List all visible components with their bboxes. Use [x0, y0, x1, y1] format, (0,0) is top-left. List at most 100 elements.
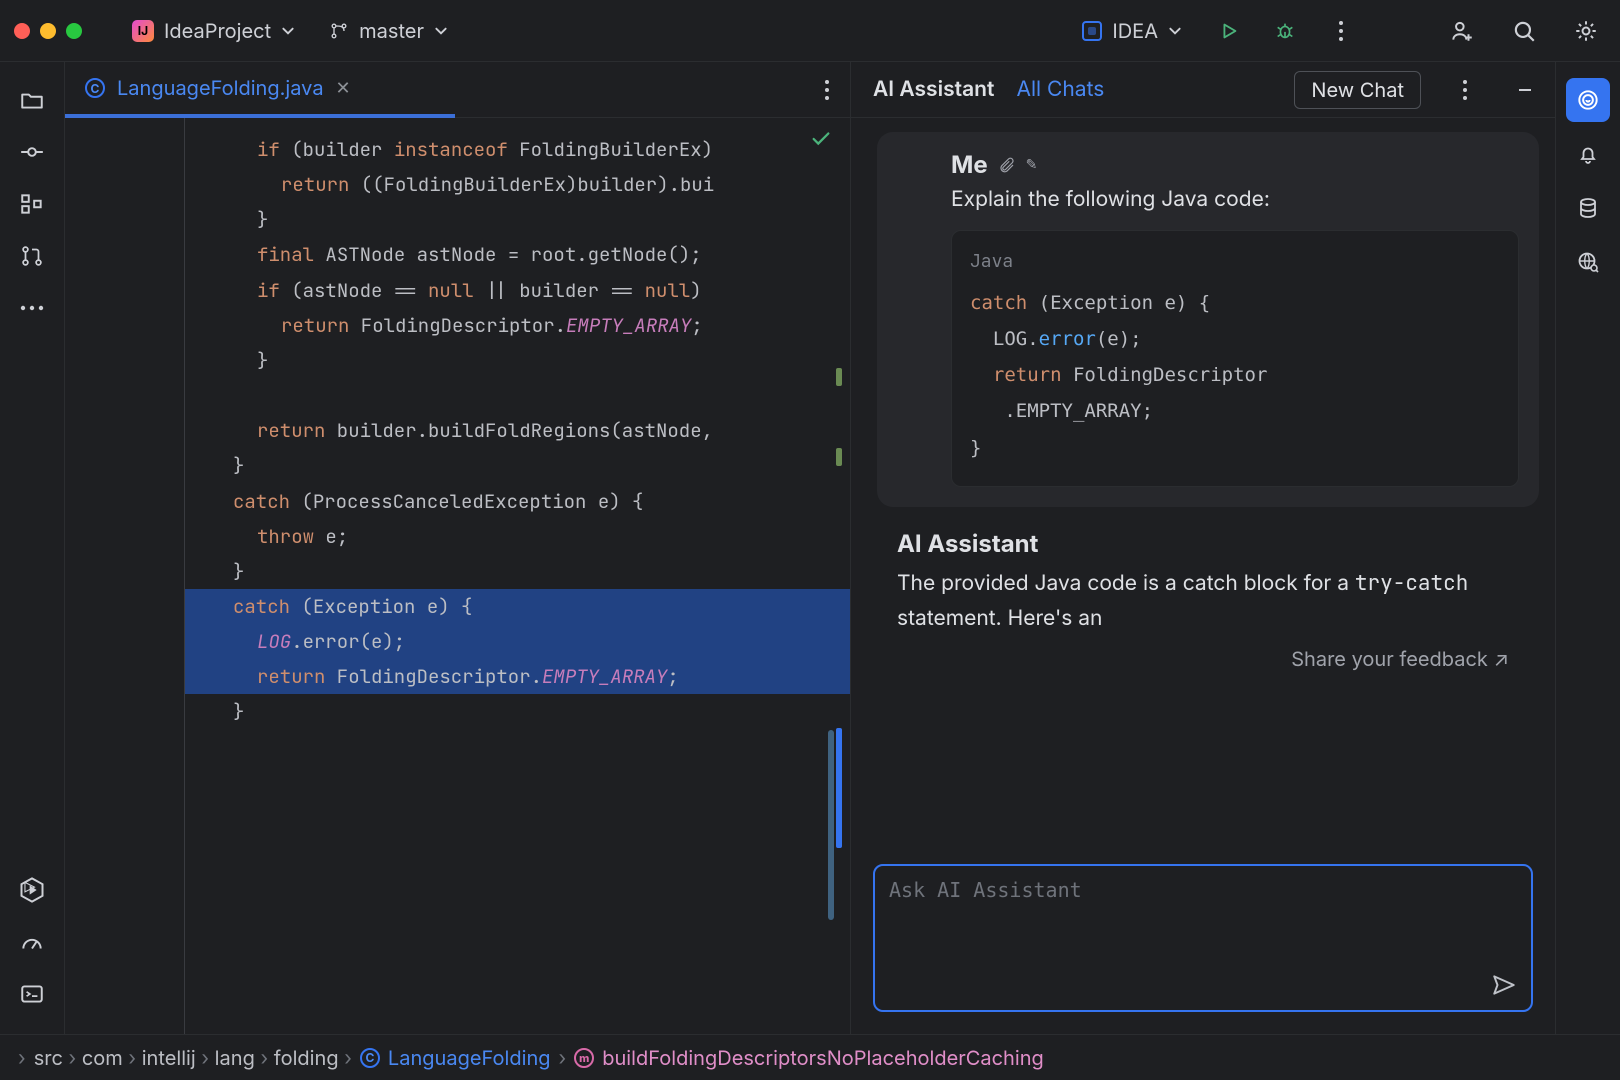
- code-line[interactable]: }: [185, 554, 850, 589]
- editor-pane: C LanguageFolding.java ✕ if (builder ins…: [65, 62, 851, 1034]
- ai-assistant-toolwindow-button[interactable]: [1566, 78, 1610, 122]
- bell-icon: [1576, 142, 1600, 166]
- breadcrumb[interactable]: › src › com › intellij › lang › folding …: [0, 1034, 1620, 1080]
- titlebar: IJ IdeaProject master IDEA: [0, 0, 1620, 62]
- all-chats-link[interactable]: All Chats: [1016, 77, 1104, 102]
- notifications-toolwindow-button[interactable]: [1566, 132, 1610, 176]
- code-line[interactable]: [185, 378, 850, 413]
- web-toolwindow-button[interactable]: [1566, 240, 1610, 284]
- commit-icon: [19, 139, 45, 165]
- more-vertical-icon: [1462, 79, 1468, 101]
- assistant-pane: AI Assistant All Chats New Chat Me ✎ Exp…: [851, 62, 1555, 1034]
- new-chat-button[interactable]: New Chat: [1294, 71, 1421, 109]
- code-line[interactable]: if (astNode == null || builder == null): [185, 273, 850, 308]
- structure-toolwindow-button[interactable]: [10, 182, 54, 226]
- run-config-dropdown[interactable]: IDEA: [1072, 13, 1192, 49]
- gauge-icon: [19, 929, 45, 955]
- code-line[interactable]: final ASTNode astNode = root.getNode();: [185, 237, 850, 272]
- branch-icon: [329, 21, 349, 41]
- user-message-text: Explain the following Java code:: [951, 187, 1519, 212]
- code-line[interactable]: return FoldingDescriptor.EMPTY_ARRAY;: [185, 659, 850, 694]
- assistant-more-button[interactable]: [1449, 74, 1481, 106]
- gear-icon: [1573, 18, 1599, 44]
- code-line[interactable]: if (builder instanceof FoldingBuilderEx): [185, 132, 850, 167]
- close-tab-button[interactable]: ✕: [336, 78, 351, 99]
- code-line[interactable]: catch (Exception e) {: [185, 589, 850, 624]
- assistant-hide-button[interactable]: [1509, 74, 1541, 106]
- terminal-toolwindow-button[interactable]: [10, 972, 54, 1016]
- code-line[interactable]: catch (ProcessCanceledException e) {: [185, 484, 850, 519]
- bug-icon: [1274, 20, 1296, 42]
- scroll-marker: [828, 730, 834, 920]
- chevron-down-icon: [281, 24, 295, 38]
- code-line[interactable]: return ((FoldingBuilderEx)builder).bui: [185, 167, 850, 202]
- minimize-icon: [1516, 81, 1534, 99]
- more-actions-button[interactable]: [1324, 14, 1358, 48]
- database-icon: [1576, 196, 1600, 220]
- run-button[interactable]: [1212, 14, 1246, 48]
- assistant-input[interactable]: [873, 864, 1533, 1012]
- breadcrumb-segment[interactable]: folding: [274, 1046, 339, 1070]
- assistant-title: AI Assistant: [873, 77, 994, 102]
- spiral-icon: [1575, 87, 1601, 113]
- tab-more-button[interactable]: [804, 62, 850, 117]
- maximize-window-button[interactable]: [66, 23, 82, 39]
- left-rail: [0, 62, 65, 1034]
- chevron-down-icon: [434, 24, 448, 38]
- project-toolwindow-button[interactable]: [10, 78, 54, 122]
- intellij-logo-icon: IJ: [132, 20, 154, 42]
- code-line[interactable]: }: [185, 694, 850, 729]
- code-line[interactable]: }: [185, 343, 850, 378]
- user-name-label: Me: [951, 150, 988, 179]
- class-icon: C: [85, 78, 105, 98]
- code-line[interactable]: return builder.buildFoldRegions(astNode,: [185, 413, 850, 448]
- code-editor[interactable]: if (builder instanceof FoldingBuilderEx)…: [65, 118, 850, 1034]
- marker-bar[interactable]: [836, 118, 846, 1034]
- vcs-branch-dropdown[interactable]: master: [319, 13, 458, 49]
- breadcrumb-method[interactable]: buildFoldingDescriptorsNoPlaceholderCach…: [602, 1046, 1044, 1070]
- settings-button[interactable]: [1566, 11, 1606, 51]
- code-line[interactable]: LOG.error(e);: [185, 624, 850, 659]
- breadcrumb-class[interactable]: LanguageFolding: [388, 1046, 551, 1070]
- breadcrumb-segment[interactable]: lang: [215, 1046, 255, 1070]
- attachment-icon[interactable]: [998, 156, 1016, 174]
- breadcrumb-segment[interactable]: src: [34, 1046, 63, 1070]
- code-snippet: Java catch (Exception e) { LOG.error(e);…: [951, 230, 1519, 487]
- assistant-message: AI Assistant The provided Java code is a…: [867, 507, 1539, 637]
- debug-button[interactable]: [1268, 14, 1302, 48]
- file-tab[interactable]: C LanguageFolding.java ✕: [65, 62, 371, 117]
- assistant-textarea[interactable]: [889, 878, 1481, 998]
- code-line[interactable]: }: [185, 202, 850, 237]
- chat-scroll[interactable]: Me ✎ Explain the following Java code: Ja…: [851, 118, 1555, 846]
- feedback-link[interactable]: Share your feedback ↗: [867, 637, 1539, 671]
- project-dropdown[interactable]: IJ IdeaProject: [122, 13, 305, 49]
- database-toolwindow-button[interactable]: [1566, 186, 1610, 230]
- editor-gutter[interactable]: [65, 118, 185, 1034]
- pull-request-icon: [19, 243, 45, 269]
- breadcrumb-segment[interactable]: intellij: [142, 1046, 196, 1070]
- code-line[interactable]: return FoldingDescriptor.EMPTY_ARRAY;: [185, 308, 850, 343]
- folder-icon: [19, 87, 45, 113]
- play-icon: [1218, 20, 1240, 42]
- profiler-toolwindow-button[interactable]: [10, 920, 54, 964]
- minimize-window-button[interactable]: [40, 23, 56, 39]
- search-everywhere-button[interactable]: [1504, 11, 1544, 51]
- editor-tabbar: C LanguageFolding.java ✕: [65, 62, 850, 118]
- pull-requests-toolwindow-button[interactable]: [10, 234, 54, 278]
- file-tab-label: LanguageFolding.java: [117, 76, 324, 100]
- close-window-button[interactable]: [14, 23, 30, 39]
- send-button[interactable]: [1491, 972, 1517, 998]
- class-icon: C: [360, 1048, 380, 1068]
- more-horizontal-icon: [19, 304, 45, 312]
- search-icon: [1511, 18, 1537, 44]
- edit-icon[interactable]: ✎: [1026, 156, 1038, 173]
- code-line[interactable]: throw e;: [185, 519, 850, 554]
- branch-name-label: master: [359, 19, 424, 43]
- commit-toolwindow-button[interactable]: [10, 130, 54, 174]
- chevron-down-icon: [1168, 24, 1182, 38]
- code-line[interactable]: }: [185, 448, 850, 483]
- breadcrumb-segment[interactable]: com: [82, 1046, 123, 1070]
- code-with-me-button[interactable]: [1442, 11, 1482, 51]
- more-toolwindows-button[interactable]: [10, 286, 54, 330]
- assistant-name-label: AI Assistant: [897, 529, 1509, 558]
